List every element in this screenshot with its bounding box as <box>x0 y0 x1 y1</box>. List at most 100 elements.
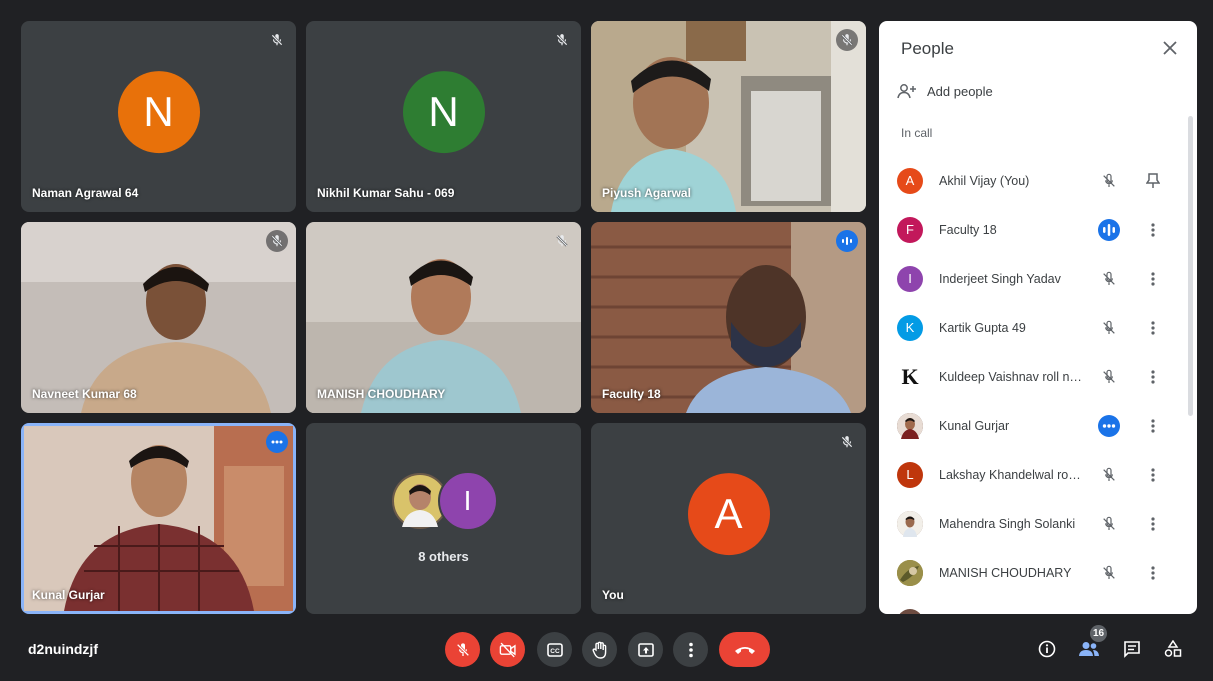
meeting-code: d2nuindzjf <box>28 641 98 657</box>
present-button[interactable] <box>628 632 663 667</box>
participant-avatar <box>897 559 923 586</box>
captions-button[interactable]: CC <box>537 632 572 667</box>
participant-name: Faculty 18 <box>939 222 997 237</box>
activities-icon[interactable] <box>1160 636 1186 662</box>
participant-tile[interactable]: N Naman Agrawal 64 <box>21 21 296 212</box>
participant-name: Navneet Kumar 68 <box>32 387 137 401</box>
mic-off-icon <box>1098 464 1120 486</box>
mic-off-icon <box>1098 317 1120 339</box>
participant-name: Nikhil Kumar Sahu - 069 <box>317 186 455 200</box>
mic-off-icon <box>1098 513 1120 535</box>
participant-video <box>306 222 581 413</box>
participant-tile[interactable]: MANISH CHOUDHARY <box>306 222 581 413</box>
section-label: In call <box>901 126 933 140</box>
more-vert-icon[interactable] <box>1142 562 1164 584</box>
participant-name: Naman Agrawal 64 <box>32 186 139 200</box>
panel-title: People <box>901 39 954 58</box>
participant-name: Piyush Agarwal <box>602 186 691 200</box>
participant-name: Inderjeet Singh Yadav <box>939 271 1061 286</box>
participant-name: MANISH CHOUDHARY <box>317 387 446 401</box>
mic-toggle-button[interactable] <box>445 632 480 667</box>
self-tile[interactable]: A You <box>591 423 866 614</box>
list-item[interactable]: K Kuldeep Vaishnav roll no.52 <box>879 352 1185 401</box>
more-dots-icon <box>1098 414 1120 437</box>
more-vert-icon[interactable] <box>1142 268 1164 290</box>
participant-video <box>591 222 866 413</box>
speaking-icon <box>1098 218 1120 241</box>
participant-avatar <box>897 412 923 439</box>
camera-toggle-button[interactable] <box>490 632 525 667</box>
add-people-button[interactable]: Add people <box>897 83 993 99</box>
list-item[interactable]: A Akhil Vijay (You) <box>879 156 1185 205</box>
list-item[interactable]: Kunal Gurjar <box>879 401 1185 450</box>
participant-avatar: L <box>897 461 923 488</box>
participant-avatar: K <box>897 314 923 341</box>
video-grid: N Naman Agrawal 64 N Nikhil Kumar Sahu -… <box>21 21 866 614</box>
mic-off-icon <box>836 29 858 51</box>
svg-text:CC: CC <box>550 648 560 655</box>
participant-name: Mahendra Singh Solanki <box>939 516 1076 531</box>
list-item[interactable] <box>879 597 1185 614</box>
list-item[interactable]: L Lakshay Khandelwal roll n... <box>879 450 1185 499</box>
mic-off-icon <box>1098 268 1120 290</box>
chat-icon[interactable] <box>1119 636 1145 662</box>
add-person-icon <box>897 83 921 99</box>
participant-name: Faculty 18 <box>602 387 661 401</box>
more-vert-icon[interactable] <box>1142 513 1164 535</box>
more-vert-icon[interactable] <box>1142 415 1164 437</box>
participant-name: Lakshay Khandelwal roll n... <box>939 467 1083 482</box>
others-avatars: I <box>306 471 581 531</box>
participant-tile[interactable]: Faculty 18 <box>591 222 866 413</box>
mic-off-icon <box>266 29 288 51</box>
raise-hand-button[interactable] <box>582 632 617 667</box>
mic-off-icon <box>1098 170 1120 192</box>
speaking-icon <box>836 230 858 252</box>
participant-avatar: N <box>402 70 485 153</box>
list-item[interactable]: I Inderjeet Singh Yadav <box>879 254 1185 303</box>
mic-off-icon <box>266 230 288 252</box>
participant-video <box>591 21 866 212</box>
participant-name: You <box>602 588 624 602</box>
mic-off-icon <box>1098 562 1120 584</box>
participant-avatar: F <box>897 216 923 243</box>
list-item[interactable]: F Faculty 18 <box>879 205 1185 254</box>
people-panel: People Add people In call A Akhil Vijay … <box>879 21 1197 614</box>
more-dots-icon <box>266 431 288 453</box>
list-item[interactable]: Mahendra Singh Solanki <box>879 499 1185 548</box>
participant-tile[interactable]: Piyush Agarwal <box>591 21 866 212</box>
more-vert-icon[interactable] <box>1142 219 1164 241</box>
participant-tile[interactable]: Kunal Gurjar <box>21 423 296 614</box>
more-vert-icon[interactable] <box>1142 317 1164 339</box>
participant-name: Kunal Gurjar <box>939 418 1010 433</box>
participant-tile[interactable]: Navneet Kumar 68 <box>21 222 296 413</box>
participant-avatar: A <box>687 472 770 555</box>
mic-off-icon <box>836 431 858 453</box>
mic-off-icon <box>1098 366 1120 388</box>
more-vert-icon[interactable] <box>1142 464 1164 486</box>
add-people-label: Add people <box>927 83 993 99</box>
scrollbar[interactable] <box>1188 116 1193 416</box>
participant-avatar: I <box>437 471 498 531</box>
more-vert-icon[interactable] <box>1142 366 1164 388</box>
participant-avatar: I <box>897 265 923 292</box>
participant-tile[interactable]: N Nikhil Kumar Sahu - 069 <box>306 21 581 212</box>
list-item[interactable]: K Kartik Gupta 49 <box>879 303 1185 352</box>
mic-off-icon <box>551 230 573 252</box>
end-call-button[interactable] <box>719 632 770 667</box>
more-options-button[interactable] <box>673 632 708 667</box>
participant-video <box>21 222 296 413</box>
mic-off-icon <box>551 29 573 51</box>
participant-avatar: K <box>897 363 923 390</box>
participant-avatar: A <box>897 167 923 194</box>
participant-avatar <box>897 608 923 614</box>
info-icon[interactable] <box>1034 636 1060 662</box>
pin-icon[interactable] <box>1142 170 1164 192</box>
others-tile[interactable]: I 8 others <box>306 423 581 614</box>
participant-name: MANISH CHOUDHARY <box>939 565 1072 580</box>
close-icon[interactable] <box>1159 37 1181 59</box>
participant-name: Kunal Gurjar <box>32 588 105 602</box>
others-count-label: 8 others <box>418 549 469 564</box>
participant-name: Kartik Gupta 49 <box>939 320 1026 335</box>
participant-avatar <box>897 510 923 537</box>
list-item[interactable]: MANISH CHOUDHARY <box>879 548 1185 597</box>
